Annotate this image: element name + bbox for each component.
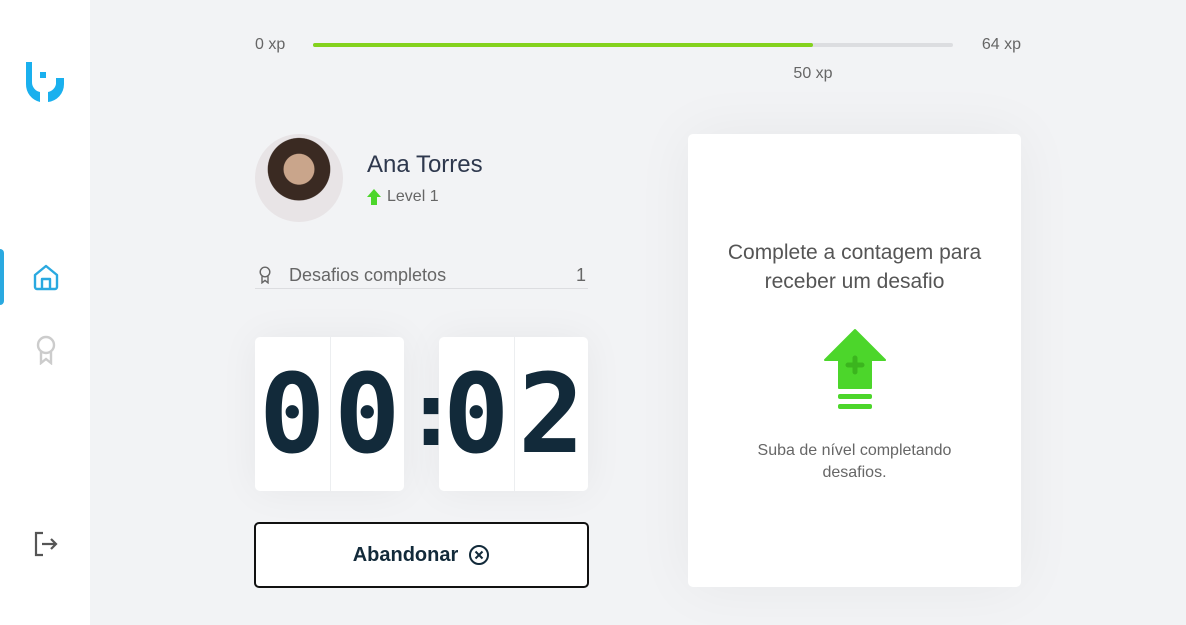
sidebar — [0, 0, 90, 625]
xp-min: 0 xp — [255, 36, 286, 53]
home-icon — [33, 264, 59, 291]
xp-max: 64 xp — [981, 36, 1021, 53]
xp-fill — [313, 43, 813, 47]
active-indicator — [0, 249, 4, 305]
completed-count: 1 — [575, 264, 586, 285]
xp-current: 50 xp — [793, 65, 833, 82]
challenge-title: Complete a contagem para receber um desa… — [727, 241, 982, 293]
logo-icon — [25, 62, 65, 102]
minute-digit: 0 — [259, 350, 326, 478]
level-label: Level 1 — [387, 188, 439, 205]
second-digit: 2 — [513, 337, 589, 491]
countdown: 00 : 02 — [255, 337, 588, 491]
sidebar-item-awards[interactable] — [0, 321, 90, 377]
separator: : — [404, 361, 459, 467]
completed-label: Desafios completos — [289, 264, 447, 285]
abandon-button[interactable]: Abandonar — [254, 522, 589, 588]
second-digit: 0 — [443, 350, 510, 478]
seconds: 02 — [439, 337, 588, 491]
minute-digit: 0 — [329, 337, 405, 491]
level-up-icon — [823, 329, 886, 409]
completed-challenges: Desafios completos 1 — [255, 262, 588, 289]
logout-icon — [34, 531, 58, 557]
xp-track: 50 xp — [313, 43, 953, 82]
minutes: 00 — [255, 337, 404, 491]
level-up-icon — [367, 189, 381, 205]
profile: Ana Torres Level 1 — [255, 134, 483, 222]
close-circle-icon — [469, 545, 490, 565]
award-icon — [259, 266, 271, 284]
award-icon — [36, 335, 56, 365]
abandon-label: Abandonar — [352, 543, 459, 566]
challenge-card: Complete a contagem para receber um desa… — [688, 134, 1021, 587]
profile-level: Level 1 — [367, 188, 439, 206]
xp-bar: 0 xp 50 xp 64 xp — [255, 34, 1021, 82]
avatar — [255, 134, 343, 222]
challenge-hint: Suba de nível completando desafios. — [757, 442, 952, 481]
profile-name: Ana Torres — [367, 151, 483, 178]
logout-button[interactable] — [0, 517, 90, 573]
sidebar-item-home[interactable] — [0, 249, 90, 305]
